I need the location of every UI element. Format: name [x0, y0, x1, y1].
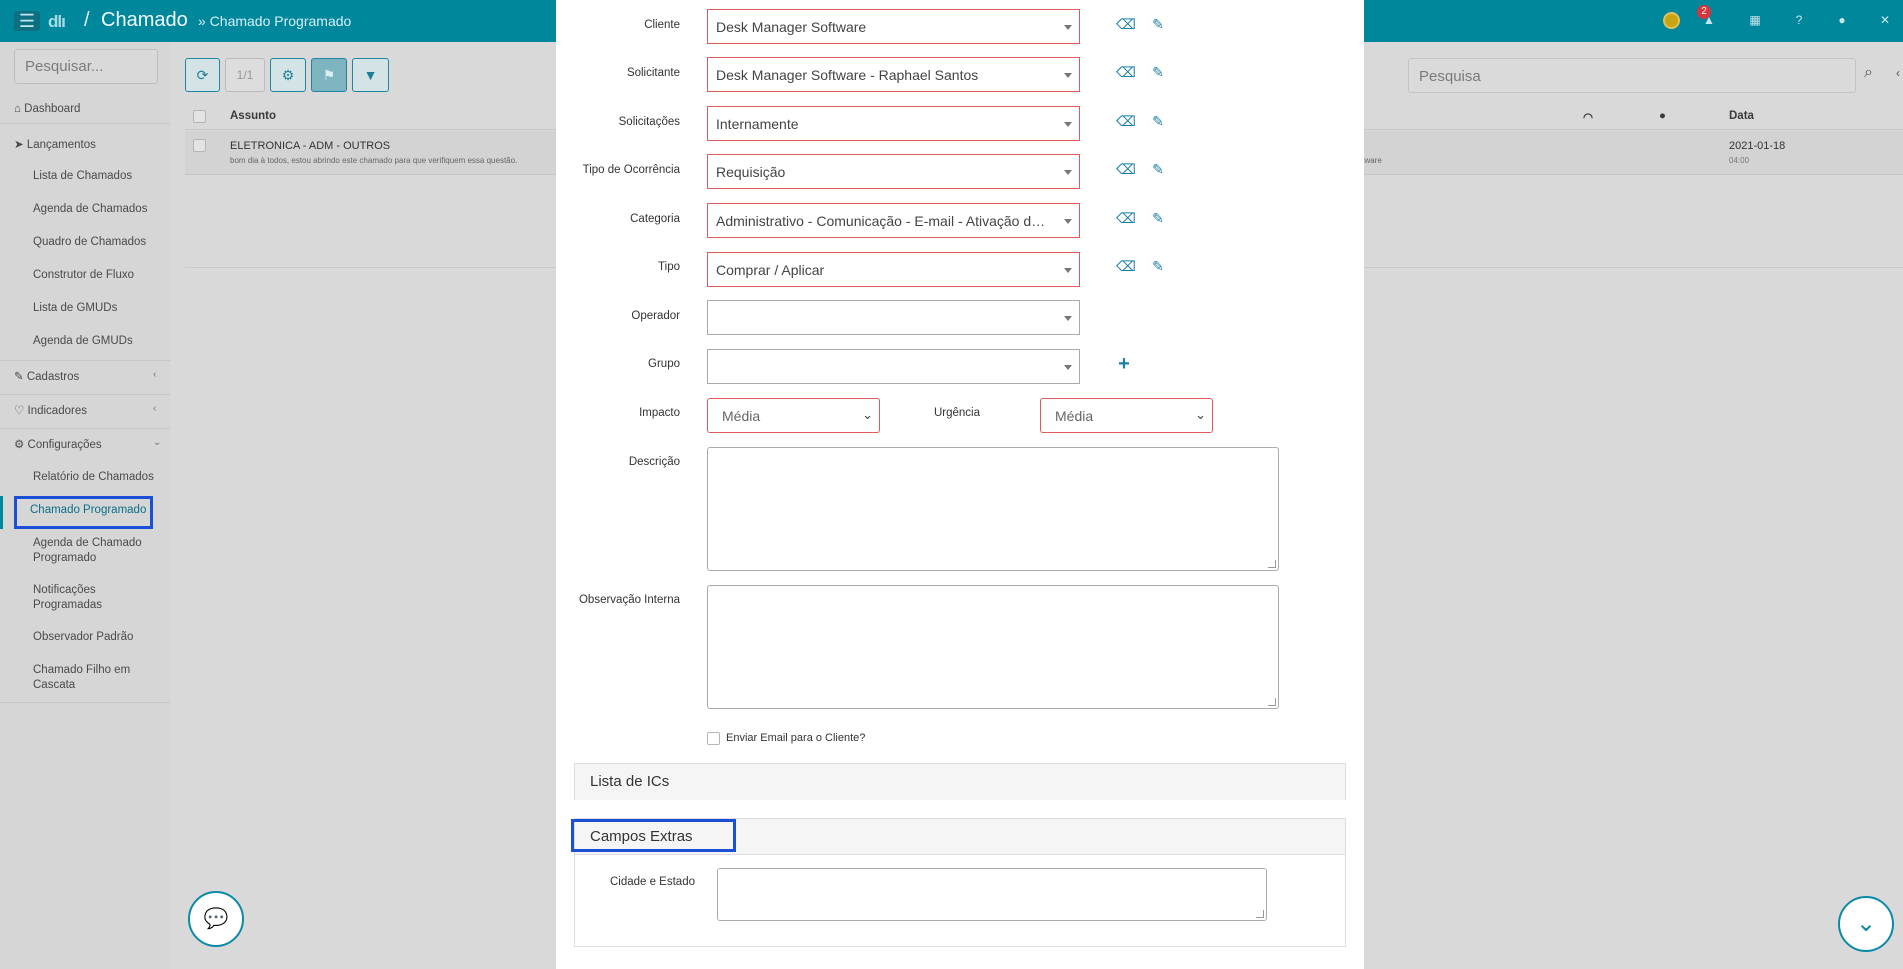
expand-icon[interactable]: ✕: [1878, 13, 1892, 27]
person-icon: ●: [1659, 110, 1666, 122]
label-operador: Operador: [631, 310, 680, 322]
sidebar-item-notificacoes-programadas[interactable]: Notificações Programadas: [33, 583, 123, 613]
pager: 1/1: [225, 58, 265, 92]
sidebar-item-chamado-filho-cascata[interactable]: Chamado Filho em Cascata: [33, 663, 143, 693]
chevron-left-icon[interactable]: ‹: [1896, 66, 1900, 80]
label-cliente: Cliente: [644, 19, 680, 31]
modal-form: Cliente Desk Manager Software ⌫ ✎ Solici…: [556, 0, 1364, 969]
panel-lista-ics[interactable]: Lista de ICs: [574, 763, 1346, 800]
coin-icon[interactable]: [1663, 12, 1680, 29]
sidebar-item-quadro-chamados[interactable]: Quadro de Chamados: [33, 235, 146, 250]
eraser-icon[interactable]: ⌫: [1116, 161, 1136, 177]
eraser-icon[interactable]: ⌫: [1116, 64, 1136, 80]
eraser-icon[interactable]: ⌫: [1116, 210, 1136, 226]
urgencia-select[interactable]: Média ⌄: [1040, 398, 1213, 433]
chevron-down-icon: ⌄: [1195, 407, 1206, 422]
sidebar-item-configuracoes[interactable]: ⚙ Configurações: [14, 437, 102, 451]
eraser-icon[interactable]: ⌫: [1116, 113, 1136, 129]
grupo-select[interactable]: [707, 349, 1080, 384]
sidebar-item-construtor-fluxo[interactable]: Construtor de Fluxo: [33, 268, 134, 283]
label-tipo-ocorrencia: Tipo de Ocorrência: [582, 164, 680, 176]
label-tipo: Tipo: [658, 261, 680, 273]
label-impacto: Impacto: [639, 407, 680, 419]
pencil-icon[interactable]: ✎: [1150, 210, 1166, 226]
sidebar-search-input[interactable]: Pesquisar...: [14, 49, 158, 84]
sidebar-item-agenda-chamado-programado[interactable]: Agenda de Chamado Programado: [33, 536, 153, 566]
notification-badge: 2: [1697, 5, 1711, 19]
highlight-box: [571, 819, 736, 852]
app-title: Chamado: [101, 9, 188, 31]
sidebar-item-observador-padrao[interactable]: Observador Padrão: [33, 630, 133, 645]
active-indicator: [0, 496, 3, 529]
label-solicitante: Solicitante: [626, 67, 680, 79]
sidebar-item-lista-gmuds[interactable]: Lista de GMUDs: [33, 301, 117, 316]
operador-select[interactable]: [707, 300, 1080, 335]
sidebar-item-relatorio-chamados[interactable]: Relatório de Chamados: [33, 470, 154, 485]
categoria-select[interactable]: Administrativo - Comunicação - E-mail - …: [707, 203, 1080, 238]
app-logo: dlı: [48, 12, 66, 31]
chevron-left-icon: ‹: [153, 403, 157, 414]
sidebar-item-indicadores[interactable]: ♡ Indicadores: [14, 403, 87, 417]
highlight-box: [14, 496, 153, 529]
settings-button[interactable]: ⚙: [270, 58, 306, 92]
sidebar-item-cadastros[interactable]: ✎ Cadastros: [14, 369, 79, 383]
eraser-icon[interactable]: ⌫: [1116, 16, 1136, 32]
add-icon[interactable]: +: [1116, 354, 1132, 374]
enviar-email-checkbox[interactable]: [707, 732, 720, 745]
row-date: 2021-01-18: [1729, 140, 1786, 152]
descricao-textarea[interactable]: [707, 447, 1279, 571]
flag-button[interactable]: ⚑: [311, 58, 347, 92]
user-icon[interactable]: ●: [1835, 13, 1849, 27]
impacto-select[interactable]: Média ⌄: [707, 398, 880, 433]
column-subject: Assunto: [230, 110, 276, 122]
hamburger-icon[interactable]: ☰: [14, 11, 40, 31]
row-time: 04:00: [1729, 156, 1750, 165]
pencil-icon[interactable]: ✎: [1150, 258, 1166, 274]
label-solicitacoes: Solicitações: [618, 116, 680, 128]
breadcrumb: » Chamado Programado: [198, 13, 352, 29]
tipo-select[interactable]: Comprar / Aplicar: [707, 252, 1080, 287]
column-date: Data: [1729, 110, 1754, 122]
tipo-ocorrencia-select[interactable]: Requisição: [707, 154, 1080, 189]
solicitacoes-select[interactable]: Internamente: [707, 106, 1080, 141]
pencil-icon[interactable]: ✎: [1150, 16, 1166, 32]
eraser-icon[interactable]: ⌫: [1116, 258, 1136, 274]
observacao-textarea[interactable]: [707, 585, 1279, 709]
filter-button[interactable]: ▼: [352, 58, 389, 92]
sidebar-item-lista-chamados[interactable]: Lista de Chamados: [33, 169, 132, 184]
row-preview: bom dia à todos, estou abrindo este cham…: [230, 156, 518, 165]
cliente-select[interactable]: Desk Manager Software: [707, 9, 1080, 44]
sidebar-item-agenda-gmuds[interactable]: Agenda de GMUDs: [33, 334, 133, 349]
apps-grid-icon[interactable]: ▦: [1748, 13, 1762, 27]
headset-icon: ◠: [1583, 112, 1594, 124]
label-cidade-estado: Cidade e Estado: [609, 876, 695, 888]
label-observacao-interna: Observação Interna: [578, 594, 680, 606]
row-subject: ELETRONICA - ADM - OUTROS: [230, 140, 391, 152]
search-icon[interactable]: ⌕: [1864, 64, 1873, 82]
chevron-down-icon: ⌄: [153, 437, 162, 448]
pencil-icon[interactable]: ✎: [1150, 64, 1166, 80]
scroll-down-button[interactable]: ⌄: [1838, 896, 1894, 952]
sidebar-item-dashboard[interactable]: ⌂ Dashboard: [14, 103, 80, 115]
cidade-estado-textarea[interactable]: [717, 868, 1267, 921]
title-separator: /: [84, 9, 90, 31]
sidebar-item-agenda-chamados[interactable]: Agenda de Chamados: [33, 202, 147, 217]
row-checkbox[interactable]: [193, 139, 206, 152]
pencil-icon[interactable]: ✎: [1150, 161, 1166, 177]
label-grupo: Grupo: [648, 358, 680, 370]
chevron-left-icon: ‹: [153, 369, 157, 380]
label-descricao: Descrição: [628, 456, 680, 468]
solicitante-select[interactable]: Desk Manager Software - Raphael Santos: [707, 57, 1080, 92]
select-all-checkbox[interactable]: [193, 110, 206, 123]
sidebar-item-lancamentos[interactable]: ➤ Lançamentos: [14, 137, 96, 151]
pencil-icon[interactable]: ✎: [1150, 113, 1166, 129]
help-icon[interactable]: ?: [1792, 13, 1806, 27]
refresh-button[interactable]: ⟳: [185, 58, 220, 92]
chat-button[interactable]: 💬: [188, 891, 244, 947]
list-search-input[interactable]: Pesquisa: [1408, 58, 1856, 93]
label-categoria: Categoria: [630, 213, 680, 225]
panel-lista-ics-title: Lista de ICs: [575, 764, 1345, 800]
label-urgencia: Urgência: [933, 407, 980, 419]
enviar-email-label: Enviar Email para o Cliente?: [726, 732, 866, 744]
